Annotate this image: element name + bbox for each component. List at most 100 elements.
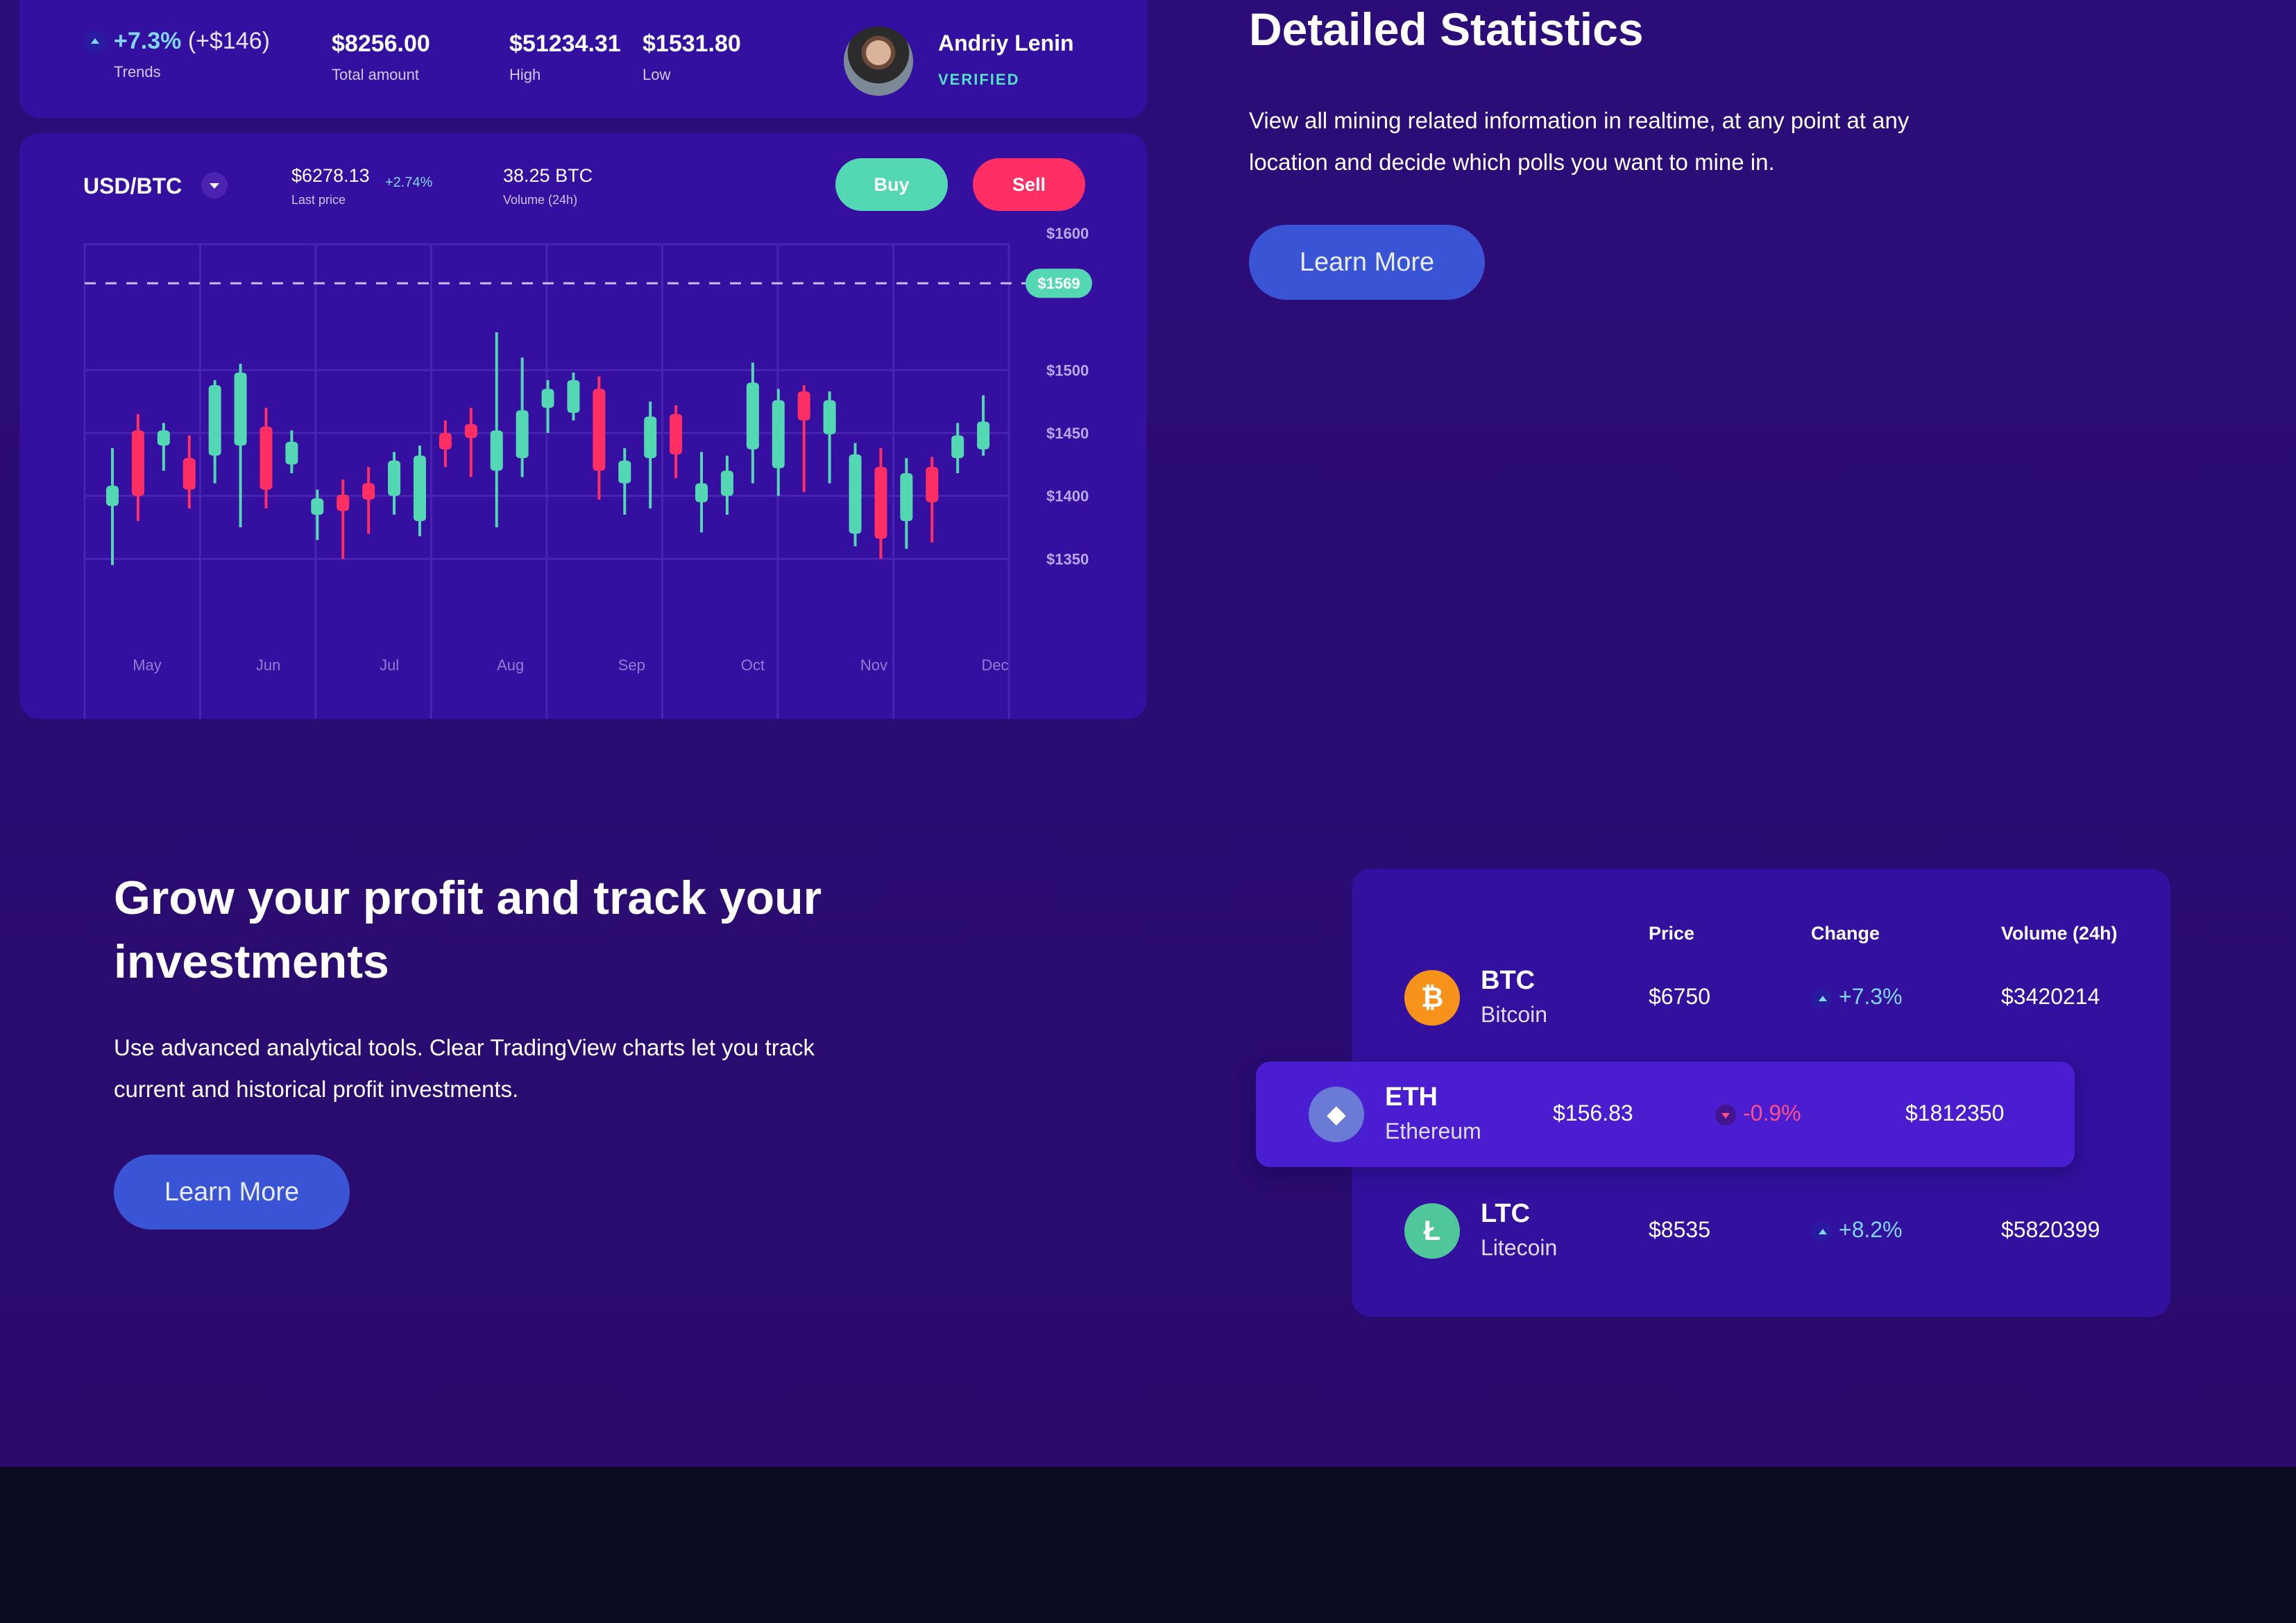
coin-price: $6750 — [1649, 984, 1710, 1009]
verified-badge: VERIFIED — [938, 71, 1020, 88]
volume-header: Volume (24h) — [2001, 923, 2118, 944]
y-tick-label: $1400 — [1046, 488, 1089, 505]
low-value: $1531.80 — [643, 31, 741, 57]
x-tick-label: Jun — [256, 656, 280, 674]
ethereum-icon: ◆ — [1309, 1087, 1364, 1142]
y-tick-label: $1350 — [1046, 550, 1089, 568]
coin-symbol: ETH — [1385, 1082, 1438, 1112]
candle-body[interactable] — [131, 430, 144, 496]
candle-body[interactable] — [746, 382, 759, 450]
high-value: $51234.31 — [509, 31, 621, 57]
up-arrow-icon — [1811, 987, 1832, 1009]
y-tick-label: $1500 — [1046, 362, 1089, 379]
x-axis-ticks: May Jun Jul Aug Sep Oct Nov Dec — [133, 656, 1008, 674]
coin-symbol: BTC — [1481, 966, 1536, 995]
candle-body[interactable] — [182, 458, 196, 490]
candle-body[interactable] — [516, 410, 529, 459]
trend-percent: +7.3% — [114, 28, 182, 54]
trading-chart-card: USD/BTC $6278.13 Last price +2.74% 38.25… — [19, 133, 1147, 719]
total-label: Total amount — [332, 66, 419, 83]
candle-body[interactable] — [439, 433, 452, 450]
candle-body[interactable] — [362, 483, 375, 500]
high-stat: $51234.31 High — [509, 31, 621, 84]
candle-body[interactable] — [926, 466, 939, 502]
y-tick-label: $1450 — [1046, 425, 1089, 442]
change-header: Change — [1811, 923, 1880, 944]
bitcoin-icon: ₿ — [1404, 970, 1460, 1026]
candlestick-chart[interactable]: $1569 $1600 $1500 $1450 $1400 $1350 May Jun Ju… — [19, 133, 1147, 719]
coin-price: $8535 — [1649, 1217, 1710, 1242]
avatar[interactable] — [844, 26, 913, 96]
low-label: Low — [643, 66, 671, 83]
candle-body[interactable] — [977, 421, 990, 450]
svg-text:$1569: $1569 — [1037, 275, 1080, 292]
candle-body[interactable] — [695, 483, 708, 502]
candle-body[interactable] — [285, 441, 298, 465]
coin-symbol: LTC — [1481, 1199, 1531, 1228]
candle-body[interactable] — [234, 372, 247, 446]
detail-heading: Detailed Statistics — [1249, 3, 1644, 55]
candle-body[interactable] — [541, 389, 554, 408]
footer — [0, 1467, 2296, 1623]
candle-body[interactable] — [644, 416, 657, 459]
candle-body[interactable] — [260, 426, 273, 490]
coin-price: $156.83 — [1553, 1101, 1633, 1125]
coin-volume: $3420214 — [2001, 984, 2100, 1009]
candle-body[interactable] — [388, 460, 401, 496]
candle-body[interactable] — [720, 470, 733, 496]
candle-body[interactable] — [593, 389, 606, 471]
candle-body[interactable] — [106, 486, 119, 507]
chart-candles — [106, 332, 990, 566]
down-arrow-icon — [1715, 1104, 1736, 1125]
x-tick-label: Aug — [497, 656, 524, 674]
x-tick-label: Oct — [741, 656, 765, 674]
detail-description: View all mining related information in r… — [1249, 108, 1910, 175]
stats-bar: +7.3% (+$146) Trends $8256.00 Total amou… — [19, 0, 1147, 118]
x-tick-label: Nov — [860, 656, 887, 674]
coin-volume: $5820399 — [2001, 1217, 2100, 1242]
candle-body[interactable] — [797, 391, 810, 420]
grow-learn-more-button[interactable]: Learn More — [114, 1155, 350, 1230]
current-price-marker: $1569 — [1026, 269, 1092, 298]
up-arrow-icon — [1811, 1221, 1832, 1242]
trend-up-icon — [83, 31, 107, 55]
coin-name: Litecoin — [1481, 1235, 1558, 1260]
candle-body[interactable] — [337, 494, 350, 511]
coin-volume: $1812350 — [1905, 1101, 2005, 1125]
table-row-highlighted[interactable]: ◆ ETH Ethereum $156.83 -0.9% $1812350 — [1256, 1062, 2075, 1167]
high-label: High — [509, 66, 541, 83]
x-tick-label: Sep — [618, 656, 645, 674]
candle-body[interactable] — [823, 400, 836, 434]
candle-body[interactable] — [490, 430, 503, 471]
candle-body[interactable] — [413, 455, 426, 521]
candle-body[interactable] — [567, 380, 580, 413]
x-tick-label: Jul — [380, 656, 399, 674]
candle-body[interactable] — [772, 400, 785, 468]
x-tick-label: May — [133, 656, 162, 674]
price-header: Price — [1649, 923, 1695, 944]
candle-body[interactable] — [157, 430, 170, 446]
coin-change: -0.9% — [1715, 1101, 1801, 1126]
coin-name: Bitcoin — [1481, 1002, 1548, 1027]
candle-body[interactable] — [618, 460, 631, 484]
total-stat: $8256.00 Total amount — [332, 31, 430, 84]
candle-body[interactable] — [464, 424, 477, 439]
candle-body[interactable] — [311, 498, 324, 515]
detail-learn-more-button[interactable]: Learn More — [1249, 225, 1485, 300]
candle-body[interactable] — [900, 473, 913, 521]
candle-body[interactable] — [951, 435, 964, 459]
user-name[interactable]: Andriy Lenin — [938, 31, 1074, 56]
y-tick-label: $1600 — [1046, 225, 1089, 242]
candle-body[interactable] — [874, 466, 887, 539]
candle-body[interactable] — [849, 454, 862, 534]
trend-amount: (+$146) — [187, 28, 270, 54]
chart-grid — [83, 243, 1010, 719]
coin-change: +8.2% — [1811, 1217, 1903, 1243]
candle-body[interactable] — [670, 414, 683, 454]
x-tick-label: Dec — [981, 656, 1008, 674]
candle-body[interactable] — [208, 385, 221, 456]
coin-name: Ethereum — [1385, 1119, 1481, 1144]
trend-label: Trends — [114, 63, 161, 80]
trend-stat: +7.3% (+$146) Trends — [83, 28, 270, 81]
coin-change: +7.3% — [1811, 984, 1903, 1010]
